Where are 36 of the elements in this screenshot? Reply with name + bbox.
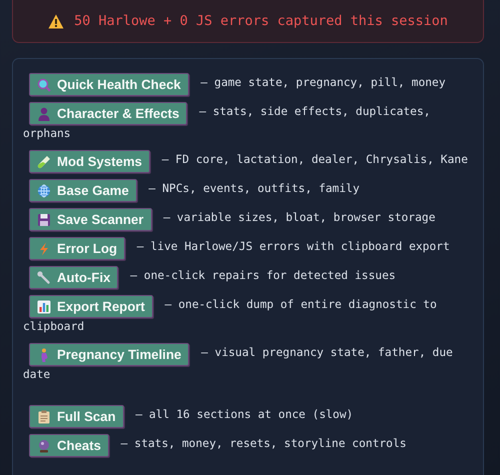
tool-description: — live Harlowe/JS errors with clipboard export <box>136 240 450 254</box>
tool-button[interactable]: Character & Effects <box>29 102 188 125</box>
tool-description: — NPCs, events, outfits, family <box>148 182 360 196</box>
magnifier-icon <box>37 78 51 92</box>
tool-button[interactable]: Export Report <box>29 295 153 318</box>
tool-description: — game state, pregnancy, pill, money <box>200 76 446 90</box>
person-icon <box>37 106 51 120</box>
tool-description: — one-click repairs for detected issues <box>130 269 396 282</box>
tool-button[interactable]: Full Scan <box>29 405 124 428</box>
error-count-text: 50 Harlowe + 0 JS errors captured this session <box>74 13 448 29</box>
tool-description: — variable sizes, bloat, browser storage <box>163 211 436 224</box>
tool-button[interactable]: Cheats <box>29 434 109 457</box>
tool-button[interactable]: Pregnancy Timeline <box>29 343 190 366</box>
test-tube-icon <box>37 154 51 168</box>
tool-description: — visual pregnancy state, father, due <box>201 346 453 360</box>
tool-button[interactable]: Auto-Fix <box>29 266 118 289</box>
tool-description: — stats, side effects, duplicates, <box>199 105 430 118</box>
tool-button[interactable]: Base Game <box>29 179 137 202</box>
tool-description: — one-click dump of entire diagnostic to <box>164 298 437 312</box>
warning-icon <box>48 14 64 28</box>
tool-description: — stats, money, resets, storyline controls <box>120 437 406 450</box>
clipboard-icon <box>37 410 51 424</box>
tool-description: — FD core, lactation, dealer, Chrysalis, Kane <box>162 153 468 166</box>
tool-description: clipboard <box>23 320 84 333</box>
tool-button[interactable]: Mod Systems <box>29 150 150 173</box>
tool-button[interactable]: Save Scanner <box>29 208 152 231</box>
tool-description: date <box>23 368 50 381</box>
lightning-icon <box>37 242 51 256</box>
tool-description: orphans <box>23 127 71 140</box>
crystal-ball-icon <box>37 438 51 452</box>
tool-description: — all 16 sections at once (slow) <box>135 408 354 422</box>
tool-button[interactable]: Error Log <box>29 237 126 260</box>
globe-icon <box>37 184 51 198</box>
tool-button[interactable]: Quick Health Check <box>29 73 189 96</box>
bar-chart-icon <box>37 300 51 314</box>
wrench-icon <box>37 270 51 284</box>
